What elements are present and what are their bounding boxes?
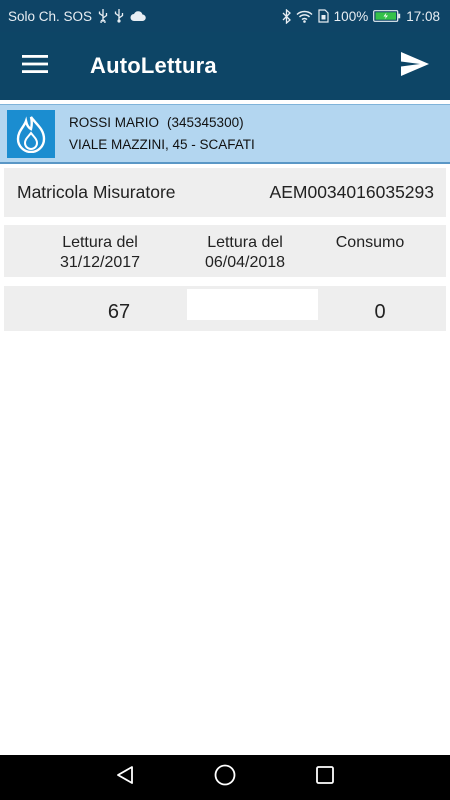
customer-name-row: ROSSI MARIO (345345300) [69,112,255,134]
home-icon [214,764,236,791]
header-consumption: Consumo [294,225,446,277]
meter-card: Matricola Misuratore AEM0034016035293 [4,168,446,217]
recents-button[interactable] [275,755,375,800]
status-left: Solo Ch. SOS [8,9,146,24]
meter-label: Matricola Misuratore [17,182,176,202]
header-current-label: Lettura del [207,234,283,251]
header-previous-label: Lettura del [62,234,138,251]
consumption-value: 0 [374,301,386,323]
app-title: AutoLettura [90,53,217,78]
status-right: 100% 17:08 [282,8,440,24]
status-bar: Solo Ch. SOS 100% 17:08 [0,0,450,32]
carrier-text: Solo Ch. SOS [8,8,93,24]
send-button[interactable] [380,32,450,100]
previous-reading-value: 67 [107,301,131,323]
header-previous-date: 31/12/2017 [59,254,141,271]
home-button[interactable] [175,755,275,800]
current-reading-input[interactable] [187,289,318,320]
app-bar: AutoLettura [0,32,450,100]
nav-bar [0,755,450,800]
send-icon [401,51,429,81]
meter-value: AEM0034016035293 [269,182,434,202]
usb-icon [114,9,124,23]
customer-banner: ROSSI MARIO (345345300) VIALE MAZZINI, 45… [0,104,450,164]
customer-address: VIALE MAZZINI, 45 - SCAFATI [69,136,255,152]
screen: Solo Ch. SOS 100% 17:08 AutoLettura ROSS… [0,0,450,800]
header-previous-reading: Lettura del 31/12/2017 [4,225,196,277]
back-button[interactable] [75,755,175,800]
customer-code: (345345300) [167,114,244,130]
battery-charging-icon [373,9,401,23]
readings-values: 67 0 [4,286,446,331]
wifi-icon [296,10,313,23]
usb-icon [98,9,108,23]
time-text: 17:08 [406,8,440,24]
menu-icon [22,54,48,78]
customer-info: ROSSI MARIO (345345300) VIALE MAZZINI, 45… [69,112,255,156]
header-consumption-label: Consumo [335,234,405,251]
back-icon [115,765,135,790]
sim-icon [318,9,329,23]
readings-header: Lettura del 31/12/2017 Lettura del 06/04… [4,225,446,277]
cloud-icon [130,10,146,22]
header-current-date: 06/04/2018 [204,254,286,271]
battery-text: 100% [333,8,369,24]
customer-name: ROSSI MARIO [69,114,160,130]
menu-button[interactable] [0,32,70,100]
bluetooth-icon [282,8,291,24]
gas-flame-icon [7,109,55,158]
header-current-reading: Lettura del 06/04/2018 [196,225,294,277]
recents-icon [316,766,334,789]
